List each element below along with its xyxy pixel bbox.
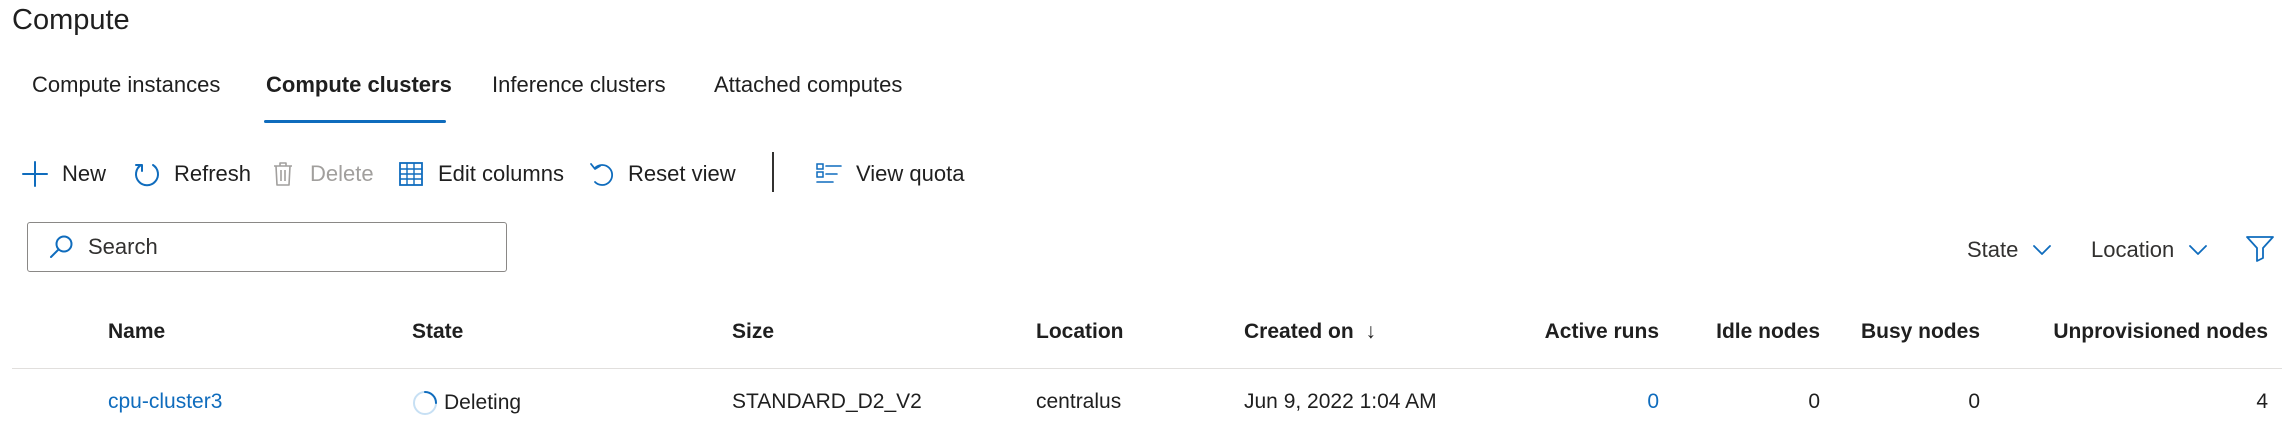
view-quota-button[interactable]: View quota [814, 152, 964, 196]
search-box[interactable] [27, 222, 507, 272]
table-grid-icon [396, 159, 426, 189]
delete-label: Delete [310, 161, 374, 186]
list-quota-icon [814, 159, 844, 189]
chevron-down-icon [2032, 244, 2052, 256]
search-icon [48, 234, 74, 260]
busy-nodes-value: 0 [1968, 390, 1980, 413]
refresh-label: Refresh [174, 161, 252, 186]
sort-descending-icon: ↓ [1365, 320, 1377, 343]
created-on-label: Created on [1244, 320, 1354, 343]
location-filter-dropdown[interactable]: Location [2091, 230, 2208, 270]
column-header-location[interactable]: Location [1036, 320, 1124, 344]
page-title: Compute [12, 4, 130, 36]
tab-compute-clusters[interactable]: Compute clusters [266, 72, 452, 112]
view-quota-label: View quota [856, 161, 965, 186]
state-filter-label: State [1967, 237, 2019, 262]
reset-view-button[interactable]: Reset view [586, 152, 736, 196]
active-tab-indicator [264, 120, 446, 123]
cluster-name-link[interactable]: cpu-cluster3 [108, 390, 222, 414]
reset-arrow-icon [586, 159, 616, 189]
tab-compute-instances[interactable]: Compute instances [32, 72, 220, 112]
refresh-icon [132, 159, 162, 189]
column-header-created-on[interactable]: Created on ↓ [1244, 320, 1376, 344]
new-label: New [62, 161, 107, 186]
plus-icon [20, 159, 50, 189]
toolbar-divider [772, 152, 774, 192]
state-filter-dropdown[interactable]: State [1967, 230, 2052, 270]
cluster-state: Deleting [412, 390, 521, 416]
column-header-active-runs[interactable]: Active runs [1545, 320, 1659, 344]
table-header-divider [12, 368, 2282, 369]
cluster-location: centralus [1036, 390, 1122, 413]
unprovisioned-nodes-value: 4 [2256, 390, 2268, 413]
reset-view-label: Reset view [628, 161, 736, 186]
column-header-name[interactable]: Name [108, 320, 165, 344]
trash-icon [268, 159, 298, 189]
tab-inference-clusters[interactable]: Inference clusters [492, 72, 666, 112]
column-header-unprovisioned-nodes[interactable]: Unprovisioned nodes [2053, 320, 2268, 344]
cluster-created-on: Jun 9, 2022 1:04 AM [1244, 390, 1437, 413]
new-button[interactable]: New [20, 152, 106, 196]
column-header-idle-nodes[interactable]: Idle nodes [1716, 320, 1820, 344]
delete-button[interactable]: Delete [268, 152, 374, 196]
tab-attached-computes[interactable]: Attached computes [714, 72, 902, 112]
column-header-busy-nodes[interactable]: Busy nodes [1861, 320, 1980, 344]
column-header-size[interactable]: Size [732, 320, 774, 344]
cluster-state-label: Deleting [444, 391, 522, 414]
idle-nodes-value: 0 [1808, 390, 1820, 413]
search-input[interactable] [86, 233, 470, 261]
edit-columns-button[interactable]: Edit columns [396, 152, 564, 196]
edit-columns-label: Edit columns [438, 161, 564, 186]
funnel-icon[interactable] [2245, 234, 2275, 267]
refresh-button[interactable]: Refresh [132, 152, 251, 196]
column-header-state[interactable]: State [412, 320, 463, 344]
location-filter-label: Location [2091, 237, 2175, 262]
active-runs-link[interactable]: 0 [1647, 390, 1659, 414]
chevron-down-icon [2188, 244, 2208, 256]
spinner-icon [412, 390, 438, 416]
cluster-size: STANDARD_D2_V2 [732, 390, 922, 413]
